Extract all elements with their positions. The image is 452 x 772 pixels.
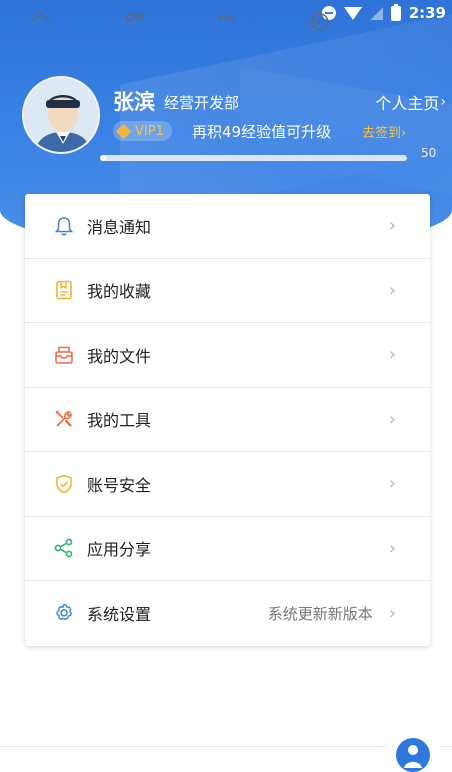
inbox-icon	[53, 344, 75, 366]
menu-item-tools[interactable]: 我的工具 ›	[25, 388, 430, 452]
compass-icon[interactable]	[309, 10, 331, 32]
tools-icon	[53, 408, 75, 430]
wifi-icon	[343, 6, 362, 20]
chevron-right-icon: ›	[440, 94, 446, 110]
chevron-right-icon: ›	[388, 344, 396, 366]
chevron-right-icon: ›	[388, 537, 396, 559]
vip-badge: VIP1	[113, 121, 172, 141]
menu-card: 消息通知 › 我的收藏 › 我的文件 › 我的工具 › 账号安全 › 应用分享 …	[25, 194, 430, 646]
homepage-link[interactable]: 个人主页 ›	[375, 90, 446, 114]
menu-item-app-share[interactable]: 应用分享 ›	[25, 517, 430, 581]
experience-max: 50	[421, 146, 437, 160]
chevron-right-icon: ›	[388, 215, 396, 237]
signal-icon	[369, 6, 383, 20]
bookmark-icon	[53, 279, 75, 301]
avatar[interactable]	[22, 76, 100, 154]
menu-item-label: 我的文件	[87, 346, 152, 366]
menu-item-label: 我的收藏	[87, 282, 152, 302]
update-hint: 系统更新新版本	[267, 604, 373, 623]
menu-item-settings[interactable]: 系统设置 系统更新新版本 ›	[25, 581, 430, 646]
user-department: 经营开发部	[164, 94, 240, 112]
menu-item-label: 应用分享	[87, 540, 152, 560]
chevron-right-icon: ›	[388, 279, 396, 301]
chevron-right-icon: ›	[388, 473, 396, 495]
menu-item-label: 系统设置	[87, 605, 152, 625]
chevron-right-icon: ›	[388, 602, 396, 624]
bell-icon	[53, 215, 75, 237]
homepage-label: 个人主页	[375, 94, 440, 113]
menu-item-label: 消息通知	[87, 217, 152, 237]
share-icon	[53, 537, 75, 559]
experience-progress-bar	[100, 155, 407, 161]
vip-level: VIP1	[135, 123, 164, 139]
shield-icon	[53, 473, 75, 495]
menu-item-files[interactable]: 我的文件 ›	[25, 323, 430, 388]
upgrade-hint: 再积49经验值可升级	[192, 123, 332, 141]
home-icon[interactable]	[30, 10, 52, 32]
menu-item-notifications[interactable]: 消息通知 ›	[25, 194, 430, 259]
menu-item-favorites[interactable]: 我的收藏 ›	[25, 259, 430, 323]
chevron-right-icon: ›	[388, 408, 396, 430]
status-time: 2:39	[408, 4, 446, 22]
experience-progress-fill	[100, 155, 107, 161]
checkin-link[interactable]: 去签到›	[362, 122, 406, 141]
menu-item-account-security[interactable]: 账号安全 ›	[25, 452, 430, 517]
gear-icon	[53, 602, 75, 624]
diamond-icon	[115, 123, 132, 139]
battery-icon	[390, 3, 401, 21]
profile-icon[interactable]	[396, 738, 430, 772]
menu-item-label: 我的工具	[87, 411, 152, 431]
user-name: 张滨	[113, 90, 155, 114]
apps-icon[interactable]	[124, 10, 146, 32]
menu-item-label: 账号安全	[87, 475, 152, 495]
car-icon[interactable]	[215, 10, 237, 32]
